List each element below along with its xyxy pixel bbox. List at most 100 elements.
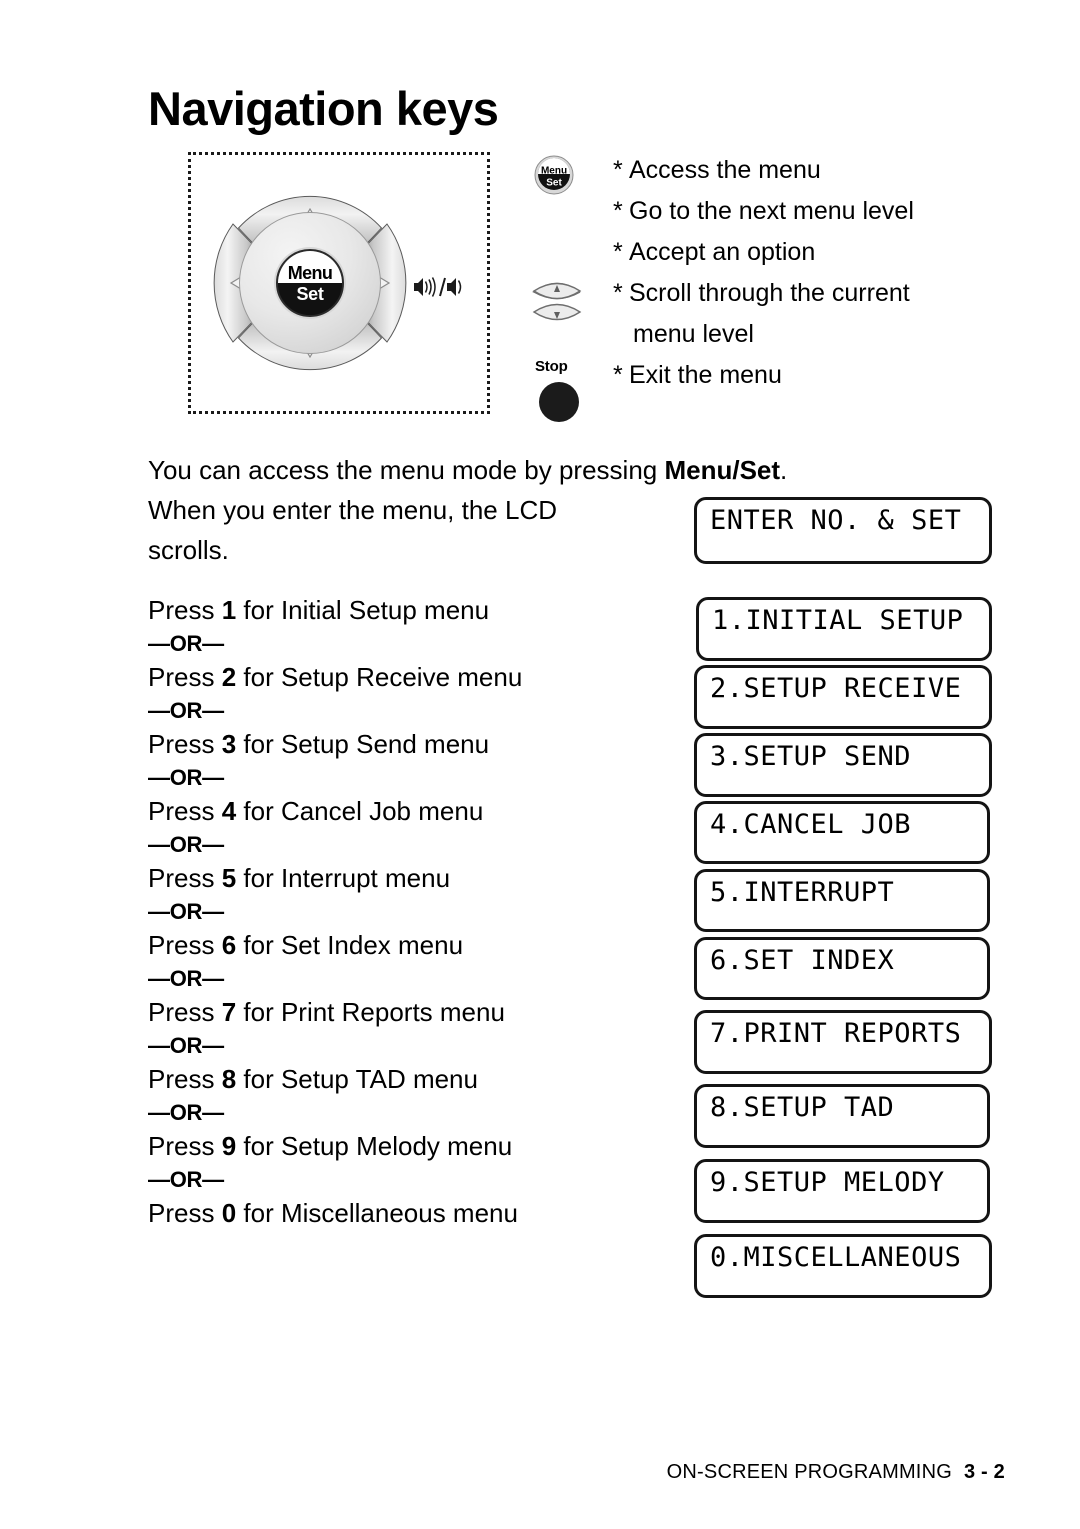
- press-post: for Setup Receive menu: [236, 662, 523, 692]
- or-separator-7: —OR—: [148, 1033, 224, 1058]
- legend-text-lines: * Access the menu * Go to the next menu le…: [613, 150, 1003, 396]
- bullet-star: *: [613, 238, 623, 266]
- bullet-text: Scroll through the current: [629, 279, 910, 307]
- press-post: for Setup Send menu: [236, 729, 490, 759]
- press-pre: Press: [148, 796, 222, 826]
- lcd-0-miscellaneous: 0.MISCELLANEOUS: [694, 1234, 992, 1298]
- navigation-pad-diagram: Menu Set: [212, 183, 408, 383]
- stop-button-icon[interactable]: [539, 382, 579, 422]
- press-key: 7: [221, 997, 237, 1027]
- bullet-text: Accept an option: [629, 238, 816, 266]
- lcd-2-setup-receive: 2.SETUP RECEIVE: [694, 665, 992, 729]
- press-instruction-list: Press 1 for Initial Setup menu —OR— Pres…: [148, 593, 668, 1230]
- press-row-4: Press 4 for Cancel Job menu: [148, 794, 668, 828]
- press-key: 3: [221, 729, 237, 759]
- press-post: for Setup Melody menu: [236, 1131, 513, 1161]
- lcd-8-setup-tad: 8.SETUP TAD: [694, 1084, 990, 1148]
- menu-set-button-menu-label: Menu: [278, 251, 342, 283]
- press-row-2: Press 2 for Setup Receive menu: [148, 660, 668, 694]
- or-separator-5: —OR—: [148, 899, 224, 924]
- legend-bullet-0: * Access the menu: [613, 150, 1003, 191]
- legend-bullet-3: * Scroll through the current: [613, 273, 1003, 314]
- lcd-text: 8.SETUP TAD: [710, 1092, 895, 1123]
- svg-text:Set: Set: [546, 178, 562, 189]
- press-key: 5: [221, 863, 237, 893]
- document-page: Navigation keys Menu Set Menu Set Stop *…: [0, 0, 1080, 1529]
- lcd-9-setup-melody: 9.SETUP MELODY: [694, 1159, 990, 1223]
- press-row-3: Press 3 for Setup Send menu: [148, 727, 668, 761]
- volume-icon: [414, 277, 462, 297]
- press-row-6: Press 6 for Set Index menu: [148, 928, 668, 962]
- legend-bullet-2: * Accept an option: [613, 232, 1003, 273]
- press-key: 2: [221, 662, 237, 692]
- press-pre: Press: [148, 595, 222, 625]
- press-pre: Press: [148, 930, 222, 960]
- bullet-star: *: [613, 361, 623, 389]
- or-separator-4: —OR—: [148, 832, 224, 857]
- press-post: for Initial Setup menu: [236, 595, 490, 625]
- lcd-text: 6.SET INDEX: [710, 945, 895, 976]
- footer-section-label: ON-SCREEN PROGRAMMING: [666, 1461, 952, 1483]
- or-separator-6: —OR—: [148, 966, 224, 991]
- menu-set-icon: Menu Set: [534, 155, 574, 195]
- press-key: 8: [221, 1064, 237, 1094]
- intro-line1-post: .: [780, 455, 788, 485]
- press-post: for Setup TAD menu: [236, 1064, 478, 1094]
- lcd-text: 7.PRINT REPORTS: [710, 1018, 962, 1049]
- bullet-text: Access the menu: [629, 156, 821, 184]
- press-key: 6: [221, 930, 237, 960]
- lcd-text: 3.SETUP SEND: [710, 741, 912, 772]
- press-row-1: Press 1 for Initial Setup menu: [148, 593, 668, 627]
- lcd-5-interrupt: 5.INTERRUPT: [694, 869, 990, 932]
- lcd-text: 0.MISCELLANEOUS: [710, 1242, 962, 1273]
- press-pre: Press: [148, 1064, 222, 1094]
- footer-page-number: 3 - 2: [963, 1461, 1005, 1483]
- press-post: for Print Reports menu: [236, 997, 505, 1027]
- menu-set-button[interactable]: Menu Set: [276, 249, 344, 317]
- intro-line1-pre: You can access the menu mode by pressing: [148, 455, 665, 485]
- press-row-5: Press 5 for Interrupt menu: [148, 861, 668, 895]
- or-separator-9: —OR—: [148, 1167, 224, 1192]
- bullet-text: Exit the menu: [629, 361, 782, 389]
- lcd-1-initial-setup: 1.INITIAL SETUP: [696, 597, 992, 661]
- or-separator-1: —OR—: [148, 631, 224, 656]
- page-footer: ON-SCREEN PROGRAMMING 3 - 2: [0, 1461, 1005, 1484]
- press-post: for Interrupt menu: [236, 863, 451, 893]
- lcd-text: 4.CANCEL JOB: [710, 809, 912, 840]
- press-row-8: Press 8 for Setup TAD menu: [148, 1062, 668, 1096]
- lcd-text: 1.INITIAL SETUP: [712, 605, 964, 636]
- svg-text:Menu: Menu: [541, 166, 567, 177]
- press-post: for Cancel Job menu: [236, 796, 484, 826]
- press-key: 4: [221, 796, 237, 826]
- press-pre: Press: [148, 729, 222, 759]
- legend-bullet-3-continuation: menu level: [633, 320, 754, 348]
- press-key: 1: [221, 595, 237, 625]
- press-row-0: Press 0 for Miscellaneous menu: [148, 1196, 668, 1230]
- press-row-9: Press 9 for Setup Melody menu: [148, 1129, 668, 1163]
- lcd-text: 5.INTERRUPT: [710, 877, 895, 908]
- bullet-text: Go to the next menu level: [629, 197, 914, 225]
- lcd-text: 9.SETUP MELODY: [710, 1167, 945, 1198]
- menu-set-button-set-label: Set: [278, 283, 342, 315]
- lcd-6-set-index: 6.SET INDEX: [694, 937, 990, 1000]
- legend-bullet-exit: * Exit the menu: [613, 355, 1003, 396]
- lcd-text: 2.SETUP RECEIVE: [710, 673, 962, 704]
- or-separator-2: —OR—: [148, 698, 224, 723]
- legend-block: Menu Set Stop * Access the menu * Go to th…: [525, 150, 995, 425]
- scroll-up-down-icon: [532, 282, 582, 321]
- press-pre: Press: [148, 1198, 222, 1228]
- press-row-7: Press 7 for Print Reports menu: [148, 995, 668, 1029]
- legend-bullet-1: * Go to the next menu level: [613, 191, 1003, 232]
- bullet-star: *: [613, 156, 623, 184]
- press-pre: Press: [148, 662, 222, 692]
- intro-line1-bold: Menu/Set: [664, 455, 781, 485]
- press-pre: Press: [148, 997, 222, 1027]
- intro-line3: scrolls.: [148, 535, 229, 565]
- lcd-4-cancel-job: 4.CANCEL JOB: [694, 801, 990, 864]
- press-pre: Press: [148, 1131, 222, 1161]
- bullet-star: *: [613, 279, 623, 307]
- lcd-3-setup-send: 3.SETUP SEND: [694, 733, 992, 797]
- press-key: 9: [221, 1131, 237, 1161]
- bullet-star: *: [613, 197, 623, 225]
- press-pre: Press: [148, 863, 222, 893]
